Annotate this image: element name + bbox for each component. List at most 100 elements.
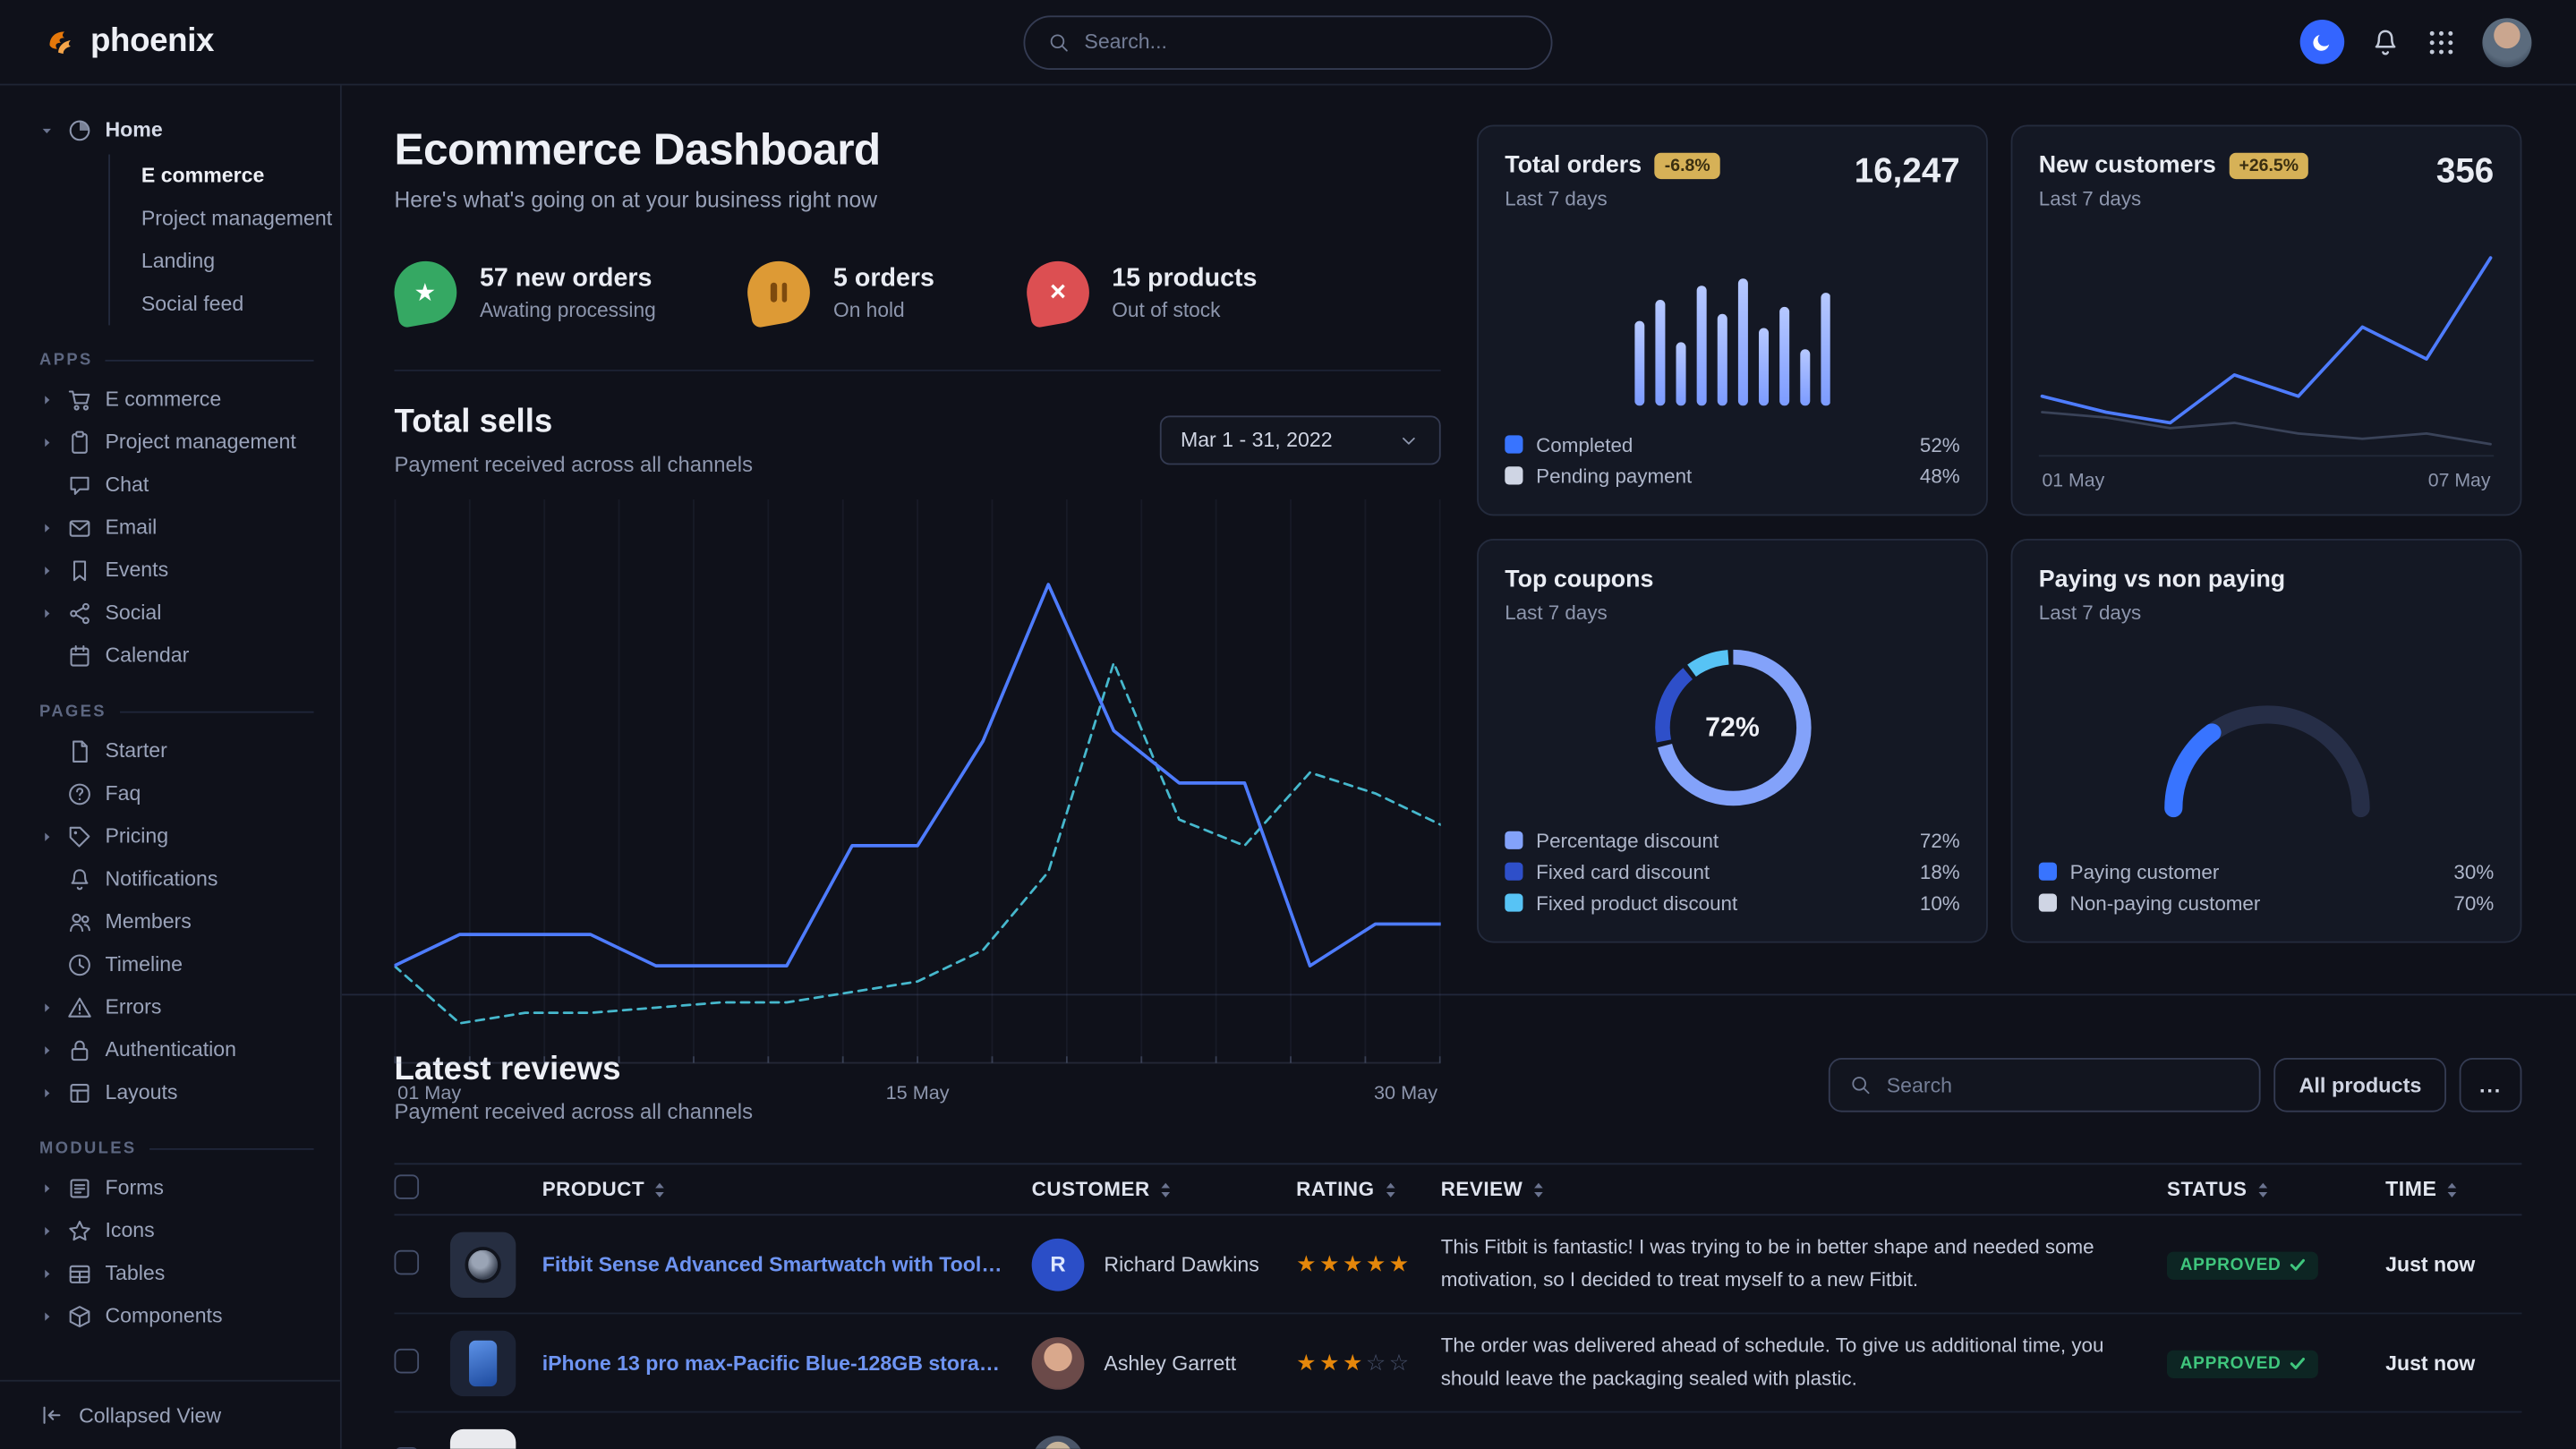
- sidebar: HomeE commerceProject managementLandingS…: [0, 85, 342, 1448]
- layout-icon: [67, 1080, 92, 1105]
- customer-avatar: R: [1032, 1238, 1085, 1291]
- row-checkbox[interactable]: [395, 1348, 420, 1373]
- reviews-search-input[interactable]: [1887, 1073, 2240, 1096]
- sidebar-item-errors[interactable]: Errors: [39, 985, 324, 1028]
- sidebar-item-timeline[interactable]: Timeline: [39, 943, 324, 986]
- coupons-legend: Percentage discount 72% Fixed card disco…: [1505, 824, 1959, 918]
- legend-item: Pending payment 48%: [1505, 460, 1959, 491]
- paying-gauge-chart: [2039, 624, 2494, 856]
- date-range-select[interactable]: Mar 1 - 31, 2022: [1159, 415, 1441, 465]
- sidebar-item-pricing[interactable]: Pricing: [39, 814, 324, 857]
- x-tick: 01 May: [2042, 470, 2104, 491]
- column-header-product[interactable]: PRODUCT: [542, 1178, 1032, 1201]
- page-title: Ecommerce Dashboard: [395, 124, 1441, 175]
- stat-out-of-stock: × 15 products Out of stock: [1027, 261, 1258, 324]
- help-icon: [67, 781, 92, 806]
- cart-icon: [67, 387, 92, 412]
- card-value: 16,247: [1855, 153, 1960, 192]
- top-navbar: phoenix: [0, 0, 2576, 85]
- column-header-customer[interactable]: CUSTOMER: [1032, 1178, 1297, 1201]
- user-avatar[interactable]: [2482, 17, 2531, 66]
- theme-toggle-button[interactable]: [2300, 20, 2345, 64]
- sidebar-item-members[interactable]: Members: [39, 900, 324, 943]
- legend-label: Completed: [1536, 433, 1633, 456]
- sidebar-item-icons[interactable]: Icons: [39, 1209, 324, 1252]
- legend-swatch: [1505, 435, 1523, 453]
- sidebar-item-e-commerce[interactable]: E commerce: [110, 155, 324, 198]
- caret-right-icon: [39, 1085, 55, 1100]
- reviews-controls: All products ...: [1829, 1058, 2521, 1123]
- column-header-status[interactable]: STATUS: [2167, 1178, 2385, 1201]
- card-period: Last 7 days: [1505, 187, 1719, 210]
- sidebar-item-layouts[interactable]: Layouts: [39, 1071, 324, 1114]
- legend-label: Fixed product discount: [1536, 891, 1737, 915]
- product-link[interactable]: Fitbit Sense Advanced Smartwatch with To…: [542, 1253, 1002, 1276]
- sidebar-item-components[interactable]: Components: [39, 1294, 324, 1337]
- sidebar-item-calendar[interactable]: Calendar: [39, 634, 324, 677]
- sidebar-item-starter[interactable]: Starter: [39, 729, 324, 772]
- customer-name: Richard Dawkins: [1104, 1253, 1258, 1276]
- global-search-input[interactable]: [1084, 30, 1528, 54]
- collapse-sidebar-button[interactable]: Collapsed View: [0, 1380, 340, 1449]
- sidebar-item-project-management[interactable]: Project management: [39, 421, 324, 464]
- sidebar-item-authentication[interactable]: Authentication: [39, 1028, 324, 1071]
- card-period: Last 7 days: [1505, 601, 1959, 625]
- rating-stars: ★★★★★: [1296, 1251, 1412, 1276]
- users-icon: [67, 909, 92, 934]
- total-sells-header: Total sells Payment received across all …: [395, 405, 1441, 477]
- reviews-subtitle: Payment received across all channels: [395, 1099, 754, 1124]
- caret-right-icon: [39, 520, 55, 535]
- date-range-value: Mar 1 - 31, 2022: [1181, 429, 1333, 452]
- sidebar-item-tables[interactable]: Tables: [39, 1252, 324, 1295]
- column-header-review[interactable]: REVIEW: [1441, 1178, 2167, 1201]
- column-header-time[interactable]: TIME: [2385, 1178, 2521, 1201]
- notifications-button[interactable]: [2371, 27, 2401, 56]
- row-checkbox[interactable]: [395, 1249, 420, 1274]
- dashboard-left-column: Ecommerce Dashboard Here's what's going …: [395, 124, 1441, 1120]
- status-badge: APPROVED: [2167, 1350, 2317, 1377]
- stat-caption: Out of stock: [1112, 298, 1257, 321]
- sidebar-item-faq[interactable]: Faq: [39, 772, 324, 815]
- caret-right-icon: [39, 605, 55, 620]
- moon-icon: [2311, 31, 2333, 53]
- sidebar-item-notifications[interactable]: Notifications: [39, 857, 324, 900]
- column-header-rating[interactable]: RATING: [1296, 1178, 1441, 1201]
- collapse-icon: [39, 1402, 64, 1428]
- sidebar-item-events[interactable]: Events: [39, 549, 324, 592]
- row-checkbox[interactable]: [395, 1446, 420, 1449]
- sidebar-item-e-commerce[interactable]: E commerce: [39, 378, 324, 421]
- legend-value: 30%: [2453, 860, 2494, 883]
- apps-menu-button[interactable]: [2427, 27, 2456, 56]
- product-link[interactable]: iPhone 13 pro max-Pacific Blue-128GB sto…: [542, 1351, 1002, 1375]
- sidebar-item-home[interactable]: Home: [39, 108, 324, 151]
- all-products-button[interactable]: All products: [2274, 1058, 2446, 1112]
- sidebar-item-chat[interactable]: Chat: [39, 464, 324, 507]
- legend-value: 10%: [1920, 891, 1960, 915]
- sidebar-item-project-management[interactable]: Project management: [110, 197, 324, 240]
- legend-item: Fixed product discount 10%: [1505, 887, 1959, 918]
- kpi-cards: Total orders -6.8% Last 7 days 16,247 Co…: [1477, 124, 2521, 1120]
- table-header-row: PRODUCTCUSTOMERRATINGREVIEWSTATUSTIME: [395, 1163, 2522, 1216]
- clock-icon: [67, 952, 92, 977]
- more-options-button[interactable]: ...: [2460, 1058, 2522, 1112]
- sidebar-item-email[interactable]: Email: [39, 506, 324, 549]
- product-thumbnail[interactable]: [450, 1330, 516, 1395]
- sidebar-item-landing[interactable]: Landing: [110, 240, 324, 283]
- product-thumbnail[interactable]: [450, 1232, 516, 1297]
- select-all-checkbox[interactable]: [395, 1174, 420, 1199]
- legend-value: 72%: [1920, 829, 1960, 852]
- sidebar-item-social-feed[interactable]: Social feed: [110, 283, 324, 326]
- card-value: 356: [2436, 153, 2494, 192]
- brand-logo[interactable]: phoenix: [46, 23, 214, 61]
- legend-swatch: [2039, 893, 2057, 911]
- stat-caption: On hold: [833, 298, 934, 321]
- card-new-customers: New customers +26.5% Last 7 days 356 01 …: [2011, 124, 2522, 516]
- mail-icon: [67, 515, 92, 540]
- sidebar-item-forms[interactable]: Forms: [39, 1166, 324, 1209]
- stat-value: 15 products: [1112, 264, 1257, 294]
- caret-down-icon: [39, 123, 55, 138]
- sidebar-item-social[interactable]: Social: [39, 592, 324, 635]
- legend-label: Pending payment: [1536, 465, 1692, 488]
- table-row: iPhone 13 pro max-Pacific Blue-128GB sto…: [395, 1314, 2522, 1412]
- brand-name: phoenix: [90, 23, 214, 61]
